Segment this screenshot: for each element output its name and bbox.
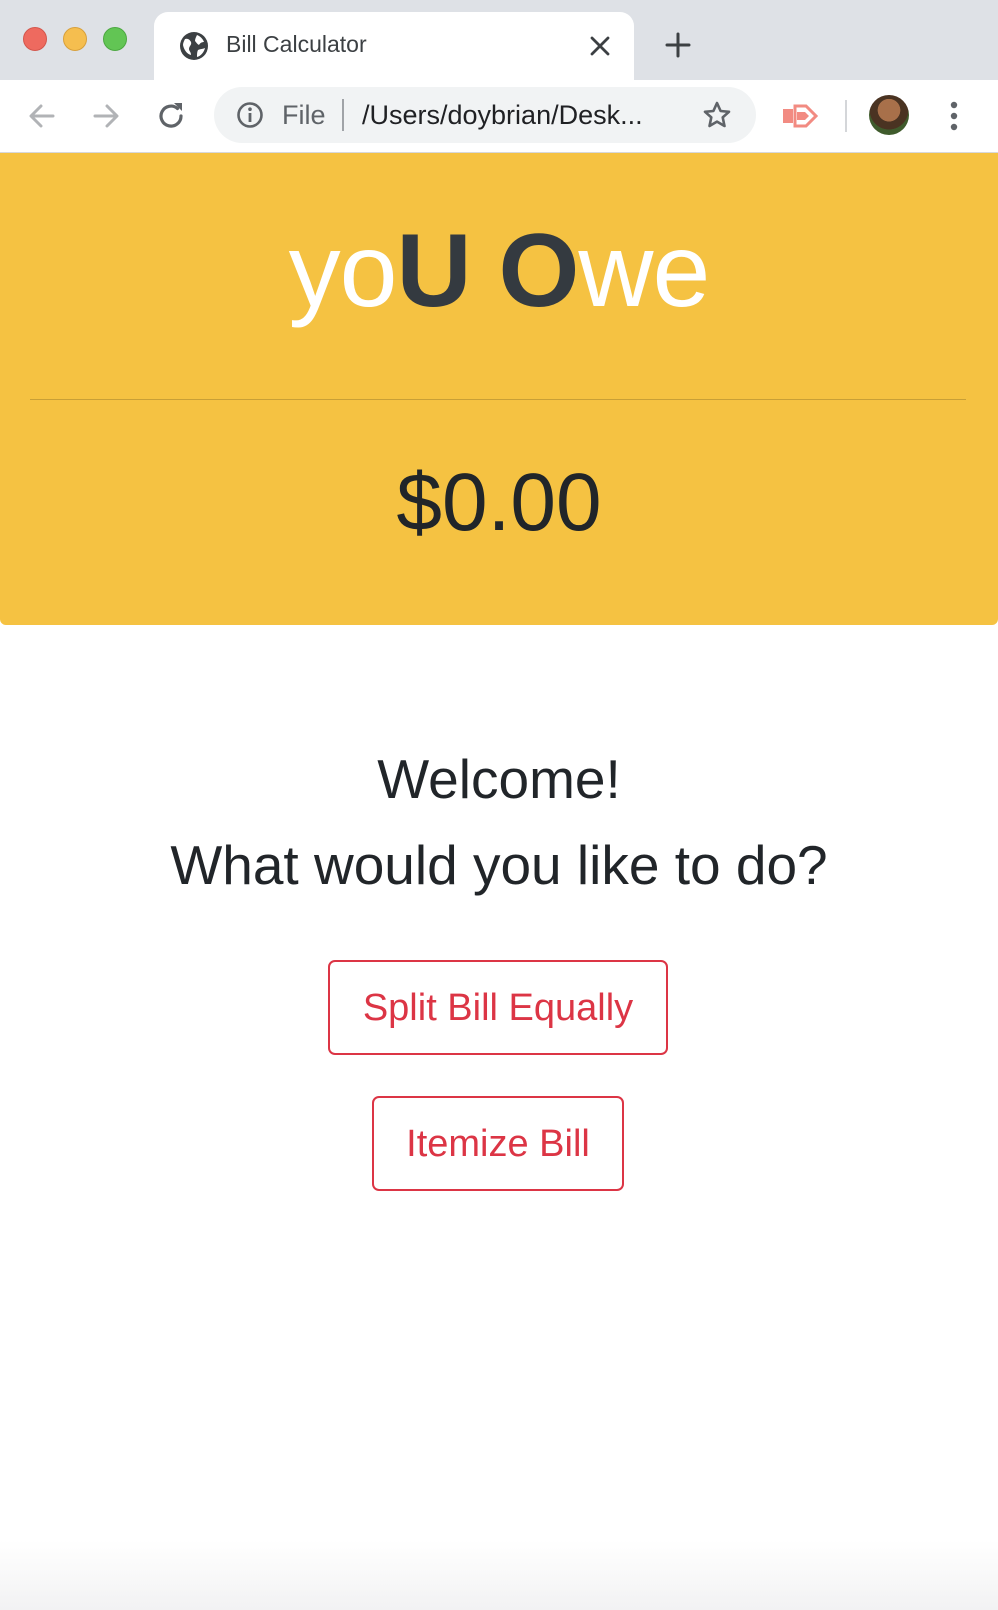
info-icon[interactable] [236,101,264,129]
url-text[interactable]: /Users/doybrian/Desk... [362,100,682,131]
itemize-bill-button[interactable]: Itemize Bill [372,1096,624,1191]
cast-extension-icon[interactable] [780,98,820,134]
tab-title: Bill Calculator [226,31,367,57]
maximize-window-button[interactable] [103,27,127,51]
window-bottom-edge [0,1540,998,1610]
globe-icon [180,32,208,60]
profile-avatar[interactable] [869,95,909,135]
logo-part-u: U [396,213,471,329]
hero-banner: yoU Owe $0.00 [0,153,998,625]
amount-owed: $0.00 [396,457,602,548]
split-bill-equally-button[interactable]: Split Bill Equally [328,960,668,1055]
arrow-right-icon[interactable] [90,100,122,132]
logo-part-yo: yo [288,213,398,329]
toolbar-divider [845,100,847,132]
browser-tab-strip: Bill Calculator [0,0,998,80]
arrow-left-icon[interactable] [26,100,58,132]
logo-part-o: O [498,213,580,329]
logo-space [471,213,499,329]
app-logo: yoU Owe [0,211,998,331]
minimize-window-button[interactable] [63,27,87,51]
url-scheme: File [282,100,326,130]
star-icon[interactable] [702,100,732,130]
close-tab-icon[interactable] [588,34,612,58]
prompt-question: What would you like to do? [170,834,828,896]
browser-tab-active[interactable]: Bill Calculator [154,12,634,80]
hero-divider [30,399,966,400]
close-window-button[interactable] [23,27,47,51]
address-bar[interactable]: File /Users/doybrian/Desk... [214,87,756,143]
kebab-menu-icon[interactable] [940,98,968,134]
reload-icon[interactable] [154,99,188,133]
welcome-heading: Welcome! [377,748,621,810]
new-tab-icon[interactable] [664,31,692,59]
omnibox-separator [342,99,344,131]
browser-toolbar: File /Users/doybrian/Desk... [0,80,998,153]
logo-part-we: we [578,213,710,329]
